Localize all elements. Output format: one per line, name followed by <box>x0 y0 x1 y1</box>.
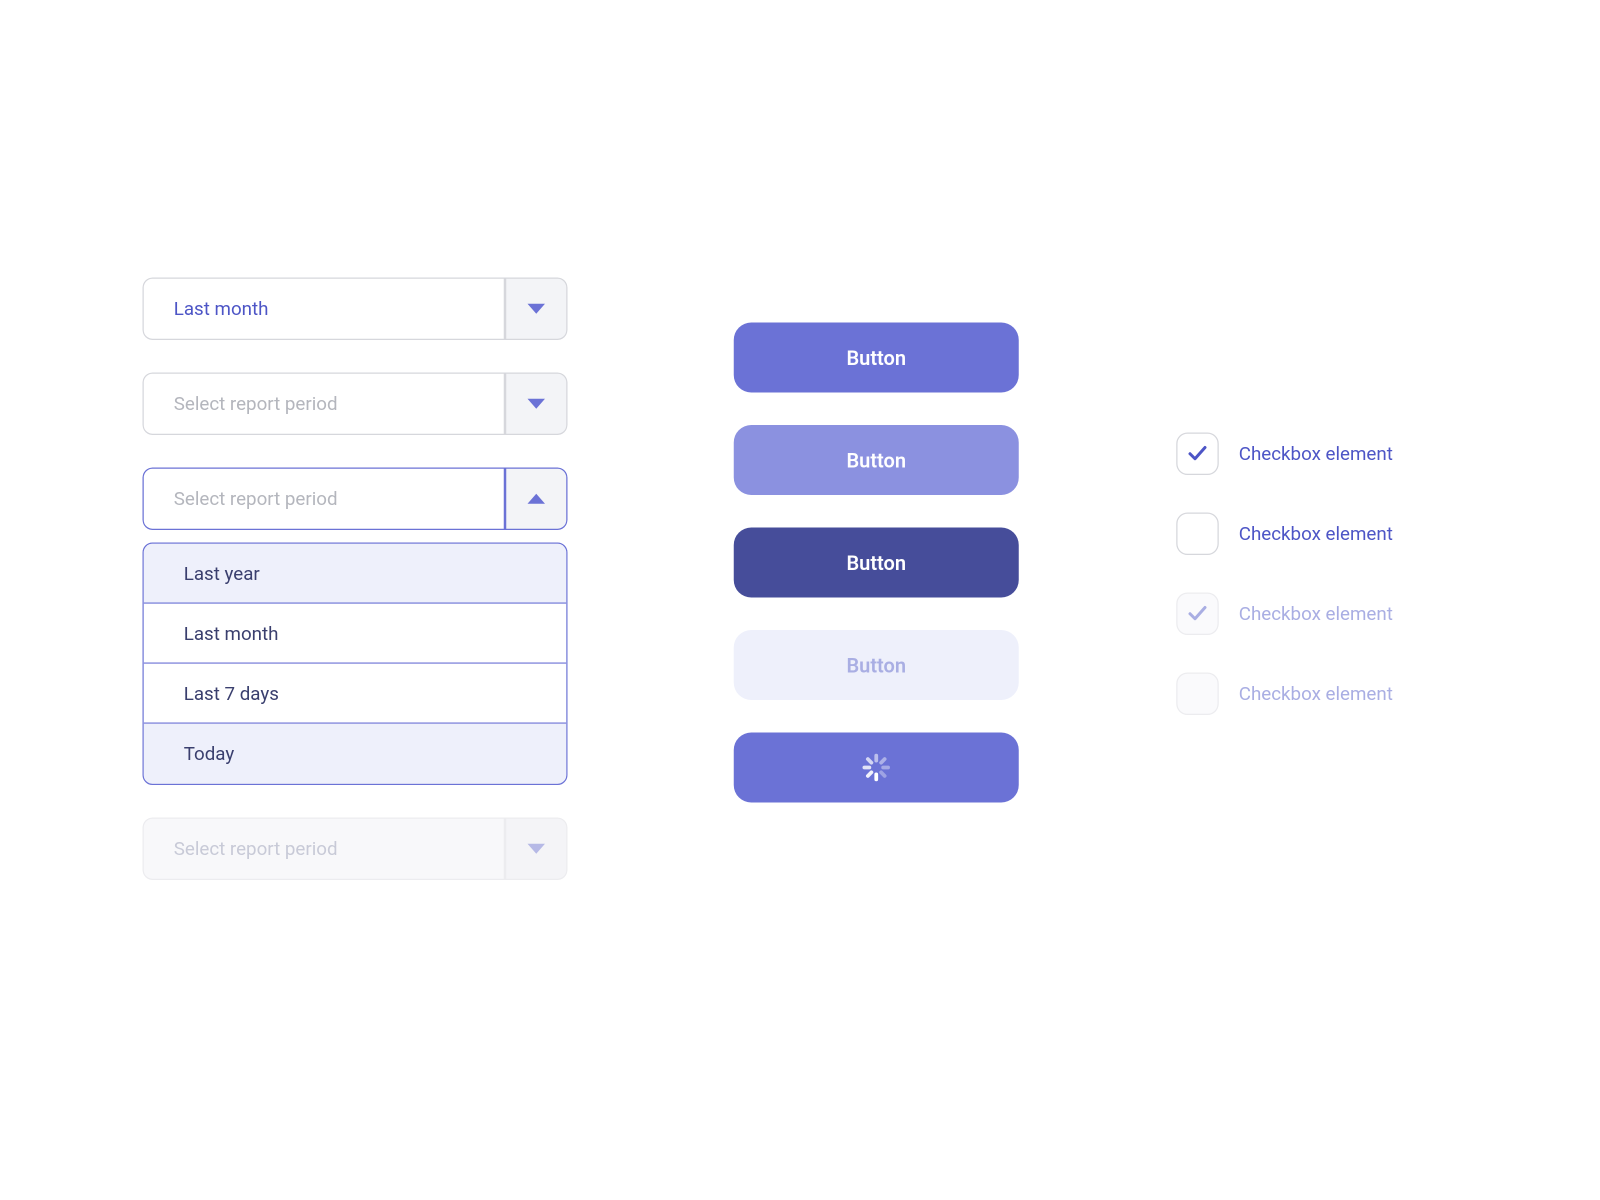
checkbox-label: Checkbox element <box>1239 443 1393 466</box>
checkbox-label: Checkbox element <box>1239 603 1393 626</box>
checkbox-checked[interactable]: Checkbox element <box>1176 433 1393 476</box>
dropdown-option[interactable]: Today <box>144 724 567 784</box>
dropdown-caret[interactable] <box>505 373 568 436</box>
dropdown-options-list: Last year Last month Last 7 days Today <box>143 543 568 786</box>
checkbox-unchecked-disabled: Checkbox element <box>1176 673 1393 716</box>
dropdown-placeholder[interactable]: Select report period <box>143 373 568 436</box>
check-icon <box>1188 444 1208 464</box>
chevron-up-icon <box>528 494 546 504</box>
dropdown-selected[interactable]: Last month <box>143 278 568 341</box>
dropdown-option[interactable]: Last month <box>144 604 567 664</box>
checkbox-label: Checkbox element <box>1239 683 1393 706</box>
checkbox-box <box>1176 673 1219 716</box>
button-hover[interactable]: Button <box>734 425 1019 495</box>
checkbox-unchecked[interactable]: Checkbox element <box>1176 513 1393 556</box>
chevron-down-icon <box>528 844 546 854</box>
dropdown-option[interactable]: Last 7 days <box>144 664 567 724</box>
dropdown-placeholder-text: Select report period <box>143 468 506 531</box>
button-active[interactable]: Button <box>734 528 1019 598</box>
dropdown-value: Last month <box>143 278 506 341</box>
dropdown-disabled: Select report period <box>143 818 568 881</box>
spinner-icon <box>860 751 893 784</box>
chevron-down-icon <box>528 304 546 314</box>
chevron-down-icon <box>528 399 546 409</box>
dropdown-caret[interactable] <box>505 468 568 531</box>
checkbox-box[interactable] <box>1176 513 1219 556</box>
checkbox-checked-disabled: Checkbox element <box>1176 593 1393 636</box>
dropdown-option[interactable]: Last year <box>144 544 567 604</box>
checkbox-box <box>1176 593 1219 636</box>
dropdown-caret[interactable] <box>505 278 568 341</box>
dropdown-open[interactable]: Select report period <box>143 468 568 531</box>
dropdown-open-wrapper: Select report period Last year Last mont… <box>143 468 568 786</box>
dropdown-caret <box>505 818 568 881</box>
dropdown-placeholder-text: Select report period <box>143 818 506 881</box>
button-disabled: Button <box>734 630 1019 700</box>
button-primary[interactable]: Button <box>734 323 1019 393</box>
dropdown-placeholder-text: Select report period <box>143 373 506 436</box>
check-icon <box>1188 604 1208 624</box>
checkbox-box[interactable] <box>1176 433 1219 476</box>
button-loading <box>734 733 1019 803</box>
checkbox-label: Checkbox element <box>1239 523 1393 546</box>
